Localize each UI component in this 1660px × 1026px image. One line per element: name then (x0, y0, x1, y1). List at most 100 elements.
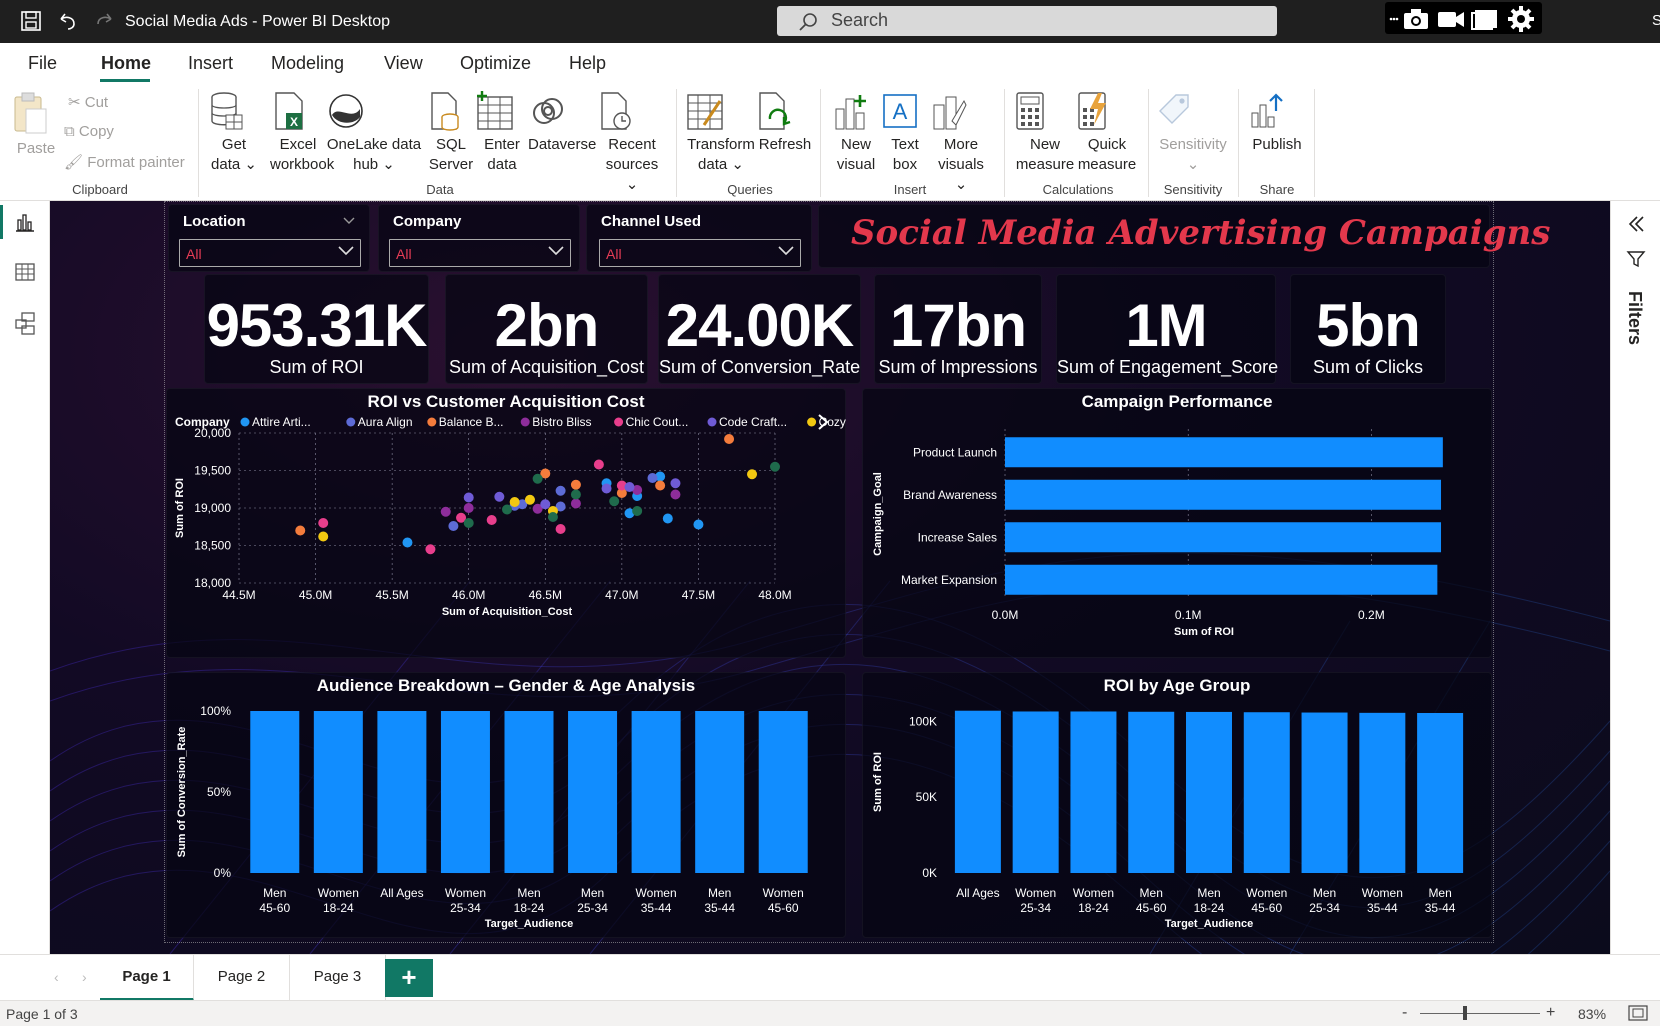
add-page-button[interactable]: + (385, 959, 433, 997)
scatter-chart-panel[interactable]: ROI vs Customer Acquisition Cost Company… (166, 388, 847, 659)
scatter-point[interactable] (570, 498, 581, 509)
kpi-card-conversion-rate[interactable]: 24.00K Sum of Conversion_Rate (658, 274, 861, 384)
scatter-point[interactable] (486, 515, 497, 525)
scatter-point[interactable] (770, 461, 780, 472)
menu-view[interactable]: View (384, 53, 423, 74)
slicer-company[interactable]: Company All (378, 204, 580, 272)
column-bar[interactable] (250, 711, 300, 873)
bar[interactable] (1005, 522, 1442, 553)
save-icon[interactable] (20, 10, 42, 32)
recent-sources-button[interactable]: Recent sources ⌄ (598, 91, 666, 195)
sensitivity-button[interactable]: Sensitivity ⌄ (1156, 91, 1230, 175)
expand-icon[interactable] (1625, 213, 1647, 235)
column-bar[interactable] (1012, 711, 1059, 873)
slicer-dropdown[interactable]: All (179, 239, 361, 267)
scatter-point[interactable] (570, 479, 581, 490)
transform-data-button[interactable]: Transform data ⌄ (686, 91, 756, 175)
scatter-point[interactable] (318, 518, 329, 528)
onelake-button[interactable]: OneLake data hub ⌄ (326, 91, 422, 175)
bar[interactable] (1005, 479, 1442, 510)
scatter-point[interactable] (502, 504, 512, 515)
new-visual-button[interactable]: New visual (832, 91, 880, 175)
scatter-chart[interactable]: Company Attire Arti... Aura Align Balance B… (167, 389, 847, 659)
scatter-point[interactable] (662, 513, 673, 524)
scatter-point[interactable] (724, 434, 735, 444)
get-data-button[interactable]: Get data ⌄ (208, 91, 260, 175)
redo-icon[interactable] (94, 10, 116, 32)
kpi-card-roi[interactable]: 953.31K Sum of ROI (204, 274, 429, 384)
column-bar[interactable] (1186, 711, 1232, 873)
undo-icon[interactable] (56, 10, 78, 32)
menu-help[interactable]: Help (569, 53, 606, 74)
column-bar[interactable] (1243, 712, 1290, 873)
kpi-card-impressions[interactable]: 17bn Sum of Impressions (874, 274, 1042, 384)
settings-icon[interactable] (1507, 5, 1535, 33)
column-chart-panel-audience[interactable]: Audience Breakdown – Gender & Age Analys… (166, 672, 846, 938)
scatter-point[interactable] (670, 489, 681, 500)
table-view-icon[interactable] (14, 261, 36, 283)
kpi-card-clicks[interactable]: 5bn Sum of Clicks (1290, 274, 1446, 384)
column-bar[interactable] (758, 711, 808, 873)
scatter-point[interactable] (463, 492, 474, 503)
scatter-point[interactable] (494, 491, 505, 502)
paste-button[interactable]: Paste (12, 91, 60, 159)
scatter-point[interactable] (425, 544, 436, 555)
roi-by-age-chart[interactable]: 0K50K100KAll Ages Women25-34Women18-24Men… (863, 673, 1493, 939)
scatter-point[interactable] (318, 531, 329, 542)
zoom-out-button[interactable]: - (1402, 1004, 1407, 1022)
scatter-point[interactable] (547, 512, 558, 522)
sql-server-button[interactable]: SQL Server (426, 91, 476, 175)
scatter-point[interactable] (632, 506, 643, 516)
scatter-point[interactable] (655, 480, 666, 491)
scatter-point[interactable] (524, 494, 535, 505)
scatter-point[interactable] (693, 519, 704, 530)
window-capture-icon[interactable] (1471, 8, 1499, 30)
scatter-point[interactable] (448, 521, 459, 531)
page-tab-1[interactable]: Page 1 (100, 955, 194, 1001)
format-painter-button[interactable]: 🖌 Format painter (64, 153, 185, 171)
slicer-dropdown[interactable]: All (599, 239, 801, 267)
dataverse-button[interactable]: Dataverse (528, 91, 596, 155)
column-bar[interactable] (1301, 712, 1348, 873)
menu-optimize[interactable]: Optimize (460, 53, 531, 74)
scatter-point[interactable] (295, 525, 306, 536)
slicer-channel-used[interactable]: Channel Used All (586, 204, 812, 272)
camera-icon[interactable] (1403, 8, 1429, 30)
fit-page-icon[interactable] (1628, 1005, 1648, 1021)
column-bar[interactable] (568, 711, 618, 873)
audience-breakdown-chart[interactable]: 0%50%100%Men45-60Women18-24All Ages Women… (167, 673, 847, 939)
page-tab-2[interactable]: Page 2 (194, 955, 290, 1001)
scatter-point[interactable] (463, 518, 474, 528)
enter-data-button[interactable]: Enter data (476, 91, 528, 175)
refresh-button[interactable]: Refresh (756, 91, 814, 155)
scatter-point[interactable] (540, 499, 551, 510)
bar[interactable] (1005, 437, 1443, 468)
scatter-point[interactable] (647, 473, 658, 483)
scatter-point[interactable] (601, 483, 612, 494)
zoom-slider-thumb[interactable] (1463, 1006, 1467, 1020)
column-bar[interactable] (313, 711, 363, 873)
text-box-button[interactable]: A Text box (882, 91, 928, 175)
more-visuals-button[interactable]: More visuals ⌄ (930, 91, 992, 195)
column-bar[interactable] (1417, 712, 1464, 873)
cut-button[interactable]: ✂ Cut (68, 93, 108, 111)
page-tab-3[interactable]: Page 3 (290, 955, 386, 1001)
column-bar[interactable] (440, 711, 490, 873)
column-bar[interactable] (1128, 711, 1175, 873)
scatter-point[interactable] (555, 524, 566, 534)
zoom-in-button[interactable]: + (1546, 1004, 1555, 1022)
menu-home[interactable]: Home (101, 53, 151, 74)
video-icon[interactable] (1437, 8, 1465, 30)
column-bar[interactable] (1359, 712, 1406, 873)
column-bar[interactable] (1070, 711, 1117, 873)
report-view-icon[interactable] (14, 211, 36, 233)
filters-pane-collapsed[interactable]: Filters (1610, 201, 1660, 954)
excel-workbook-button[interactable]: X Excel workbook (270, 91, 334, 175)
copy-button[interactable]: ⧉ Copy (64, 123, 114, 140)
scatter-point[interactable] (532, 473, 543, 484)
prev-page-icon[interactable]: ‹ (54, 969, 59, 985)
column-bar[interactable] (695, 711, 745, 873)
column-bar[interactable] (631, 711, 681, 873)
menu-modeling[interactable]: Modeling (271, 53, 344, 74)
scatter-point[interactable] (609, 496, 620, 507)
